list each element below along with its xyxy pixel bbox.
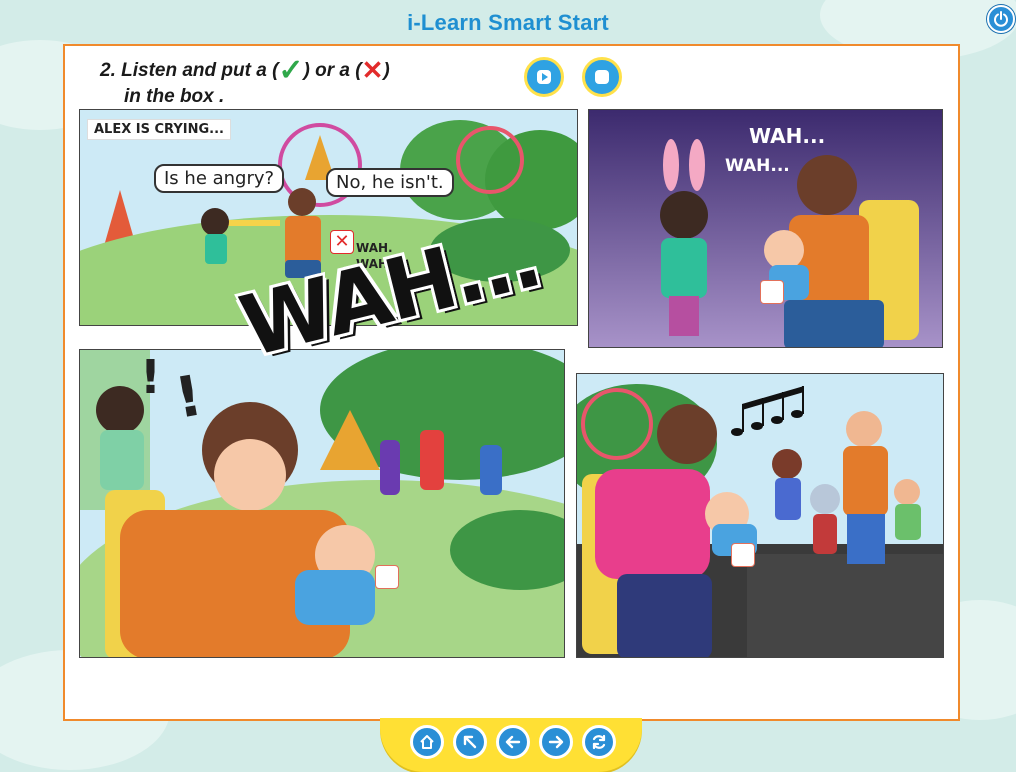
app-title: i-Learn Smart Start (407, 10, 609, 35)
comic-panel-4 (576, 373, 944, 658)
sound-effect: WAH... (749, 124, 826, 148)
audio-play-button[interactable] (524, 57, 564, 97)
stop-icon (595, 70, 609, 84)
instruction-line-2: in the box . (124, 86, 225, 107)
comic-panel-2: WAH... WAH... (588, 109, 943, 348)
speech-bubble-girl: Is he angry? (154, 164, 285, 193)
home-button[interactable] (410, 725, 444, 759)
cross-icon: ✕ (334, 231, 350, 252)
bottom-navigation-bar (380, 718, 642, 772)
next-button[interactable] (539, 725, 573, 759)
back-to-menu-button[interactable] (453, 725, 487, 759)
arrow-up-left-icon (463, 735, 477, 749)
answer-box-4[interactable] (731, 543, 755, 567)
answer-box-3[interactable] (375, 565, 399, 589)
panel-caption: ALEX IS CRYING... (87, 119, 231, 140)
power-icon (994, 11, 1008, 27)
home-icon (420, 735, 434, 749)
play-icon (537, 70, 551, 84)
refresh-icon (592, 734, 606, 750)
check-icon: ✓ (278, 54, 304, 87)
exercise-instruction: 2. Listen and put a (✓) or a (✕) in the … (100, 55, 480, 110)
power-button[interactable] (987, 5, 1015, 33)
previous-button[interactable] (496, 725, 530, 759)
audio-stop-button[interactable] (582, 57, 622, 97)
instruction-text: 2. Listen and put a ( (100, 60, 279, 81)
arrow-right-icon (548, 735, 564, 749)
instruction-text: ) or a ( (303, 60, 362, 81)
arrow-left-icon (505, 735, 521, 749)
sound-effect: WAH... (725, 156, 790, 176)
exclamation-mark: ! (140, 350, 161, 404)
refresh-button[interactable] (582, 725, 616, 759)
answer-box-2[interactable] (760, 280, 784, 304)
cross-icon: ✕ (361, 55, 384, 85)
panel-4-scene (577, 374, 943, 657)
instruction-text: ) (383, 60, 390, 81)
comic-panel-3: ! ! (79, 349, 565, 658)
speech-bubble-man: No, he isn't. (326, 168, 454, 197)
